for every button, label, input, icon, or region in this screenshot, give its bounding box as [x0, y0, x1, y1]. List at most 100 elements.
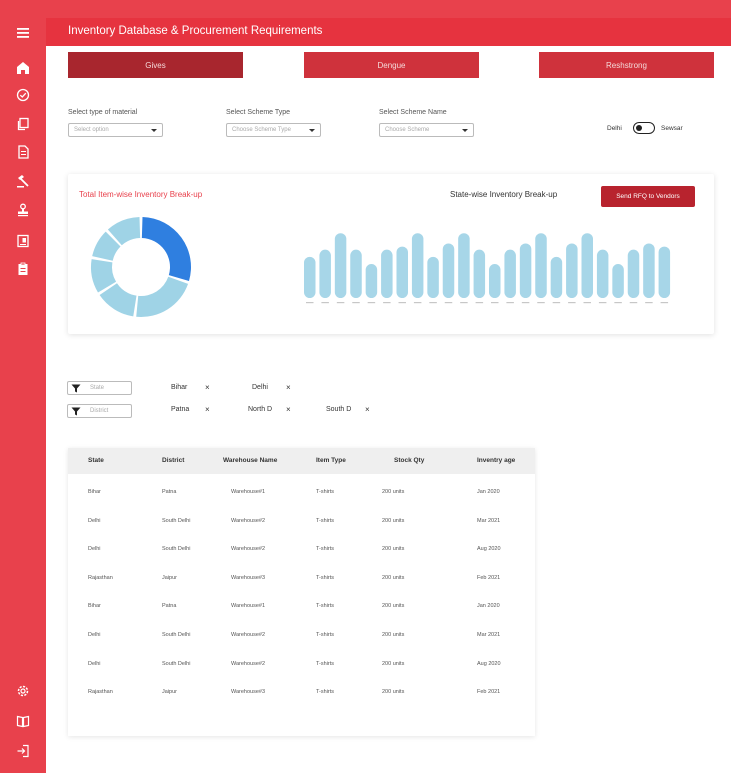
x-tick-label: [614, 302, 622, 304]
table-cell: T-shirts: [316, 660, 335, 667]
x-tick-label: [598, 302, 607, 304]
scheme-type-select[interactable]: Choose Scheme Type: [226, 123, 321, 137]
table-row[interactable]: Delhi South Delhi Warehouse#2 T-shirts 200 u…: [68, 515, 535, 529]
bar[interactable]: [396, 246, 409, 298]
bar[interactable]: [596, 249, 609, 298]
column-header[interactable]: Stock Qty: [394, 457, 424, 464]
district-filter-placeholder: District: [90, 408, 109, 414]
column-header[interactable]: District: [162, 457, 184, 464]
tab-reshstrong[interactable]: Reshstrong: [539, 52, 714, 78]
bar[interactable]: [473, 249, 486, 298]
bar[interactable]: [643, 243, 655, 298]
table-cell: Warehouse#2: [231, 546, 266, 553]
bar[interactable]: [504, 249, 516, 298]
bar[interactable]: [304, 256, 316, 298]
district-filter-input[interactable]: District: [67, 404, 132, 418]
settings-icon[interactable]: [13, 681, 33, 701]
table-row[interactable]: Delhi South Delhi Warehouse#2 T-shirts 200 u…: [68, 658, 535, 672]
filter-icon: [71, 384, 81, 393]
sidebar: [0, 18, 46, 773]
bar-chart-title: State-wise Inventory Break-up: [450, 190, 558, 199]
chevron-down-icon: [309, 129, 315, 132]
donut-chart-title: Total Item-wise Inventory Break-up: [79, 190, 203, 199]
logout-icon[interactable]: [13, 741, 33, 761]
main-content: Gives Dengue Reshstrong Select type of m…: [46, 46, 731, 773]
table-cell: South Delhi: [162, 632, 191, 638]
send-rfq-button[interactable]: Send RFQ to Vendors: [601, 186, 695, 207]
table-row[interactable]: Bihar Patna Warehouse#1 T-shirts 200 units Ja…: [68, 486, 535, 500]
table-row[interactable]: Bihar Patna Warehouse#1 T-shirts 200 units Ja…: [68, 600, 535, 614]
scheme-name-select[interactable]: Choose Scheme: [379, 123, 474, 137]
table-row[interactable]: Delhi South Delhi Warehouse#2 T-shirts 200 u…: [68, 543, 535, 557]
table-cell: Mar 2021: [477, 517, 501, 524]
table-cell: Rajasthan: [88, 574, 113, 581]
donut-slice[interactable]: [141, 217, 191, 282]
toggle-right-label: Sewsar: [661, 125, 683, 132]
filter-icon: [71, 407, 81, 416]
close-icon[interactable]: ×: [365, 405, 370, 414]
table-row[interactable]: Delhi South Delhi Warehouse#2 T-shirts 200 u…: [68, 629, 535, 643]
close-icon[interactable]: ×: [205, 405, 210, 414]
bar[interactable]: [519, 243, 532, 298]
state-filter-input[interactable]: State: [67, 381, 132, 395]
invoice-icon[interactable]: [13, 231, 33, 251]
table-cell: Warehouse#2: [231, 660, 266, 667]
bar[interactable]: [442, 243, 455, 298]
table-cell: Aug 2020: [477, 546, 501, 553]
menu-icon[interactable]: [13, 23, 33, 43]
bar[interactable]: [458, 233, 470, 298]
bar[interactable]: [350, 249, 362, 298]
table-cell: Warehouse#1: [231, 489, 266, 495]
table-row[interactable]: Rajasthan Jaipur Warehouse#3 T-shirts 200 un…: [68, 686, 535, 700]
bar[interactable]: [381, 249, 393, 298]
bar[interactable]: [427, 256, 439, 298]
inventory-chart-card: Total Item-wise Inventory Break-up State…: [68, 174, 714, 334]
close-icon[interactable]: ×: [286, 405, 291, 414]
bar[interactable]: [411, 233, 424, 298]
column-header[interactable]: Inventry age: [477, 457, 515, 464]
bar[interactable]: [550, 256, 563, 298]
tab-dengue[interactable]: Dengue: [304, 52, 479, 78]
tab-gives[interactable]: Gives: [68, 52, 243, 78]
stamp-icon[interactable]: [13, 200, 33, 220]
close-icon[interactable]: ×: [286, 383, 291, 392]
table-cell: T-shirts: [316, 546, 335, 553]
state-chip: Bihar: [171, 384, 188, 391]
check-circle-icon[interactable]: [13, 85, 33, 105]
document-icon[interactable]: [13, 142, 33, 162]
table-cell: South Delhi: [162, 517, 191, 524]
bar[interactable]: [535, 233, 547, 298]
bar[interactable]: [319, 249, 331, 298]
table-cell: South Delhi: [162, 546, 191, 553]
chevron-down-icon: [151, 129, 157, 132]
bar[interactable]: [566, 243, 578, 298]
table-cell: 200 units: [382, 632, 405, 638]
bar[interactable]: [658, 246, 671, 298]
book-icon[interactable]: [13, 711, 33, 731]
column-header[interactable]: State: [88, 457, 104, 464]
bar[interactable]: [489, 264, 501, 298]
bar[interactable]: [612, 264, 624, 298]
bar[interactable]: [365, 264, 378, 298]
close-icon[interactable]: ×: [205, 383, 210, 392]
region-toggle[interactable]: [633, 122, 655, 134]
table-header: State District Warehouse Name Item Type …: [68, 448, 535, 474]
state-chip: Delhi: [252, 384, 268, 391]
bar[interactable]: [334, 233, 347, 298]
donut-slice[interactable]: [136, 276, 189, 317]
send-rfq-label: Send RFQ to Vendors: [616, 193, 680, 200]
home-icon[interactable]: [13, 58, 33, 78]
table-row[interactable]: Rajasthan Jaipur Warehouse#3 T-shirts 200 un…: [68, 572, 535, 586]
hammer-icon[interactable]: [13, 171, 33, 191]
x-tick-label: [460, 302, 468, 304]
bar[interactable]: [581, 233, 594, 298]
table-cell: Jan 2020: [477, 489, 500, 495]
copy-icon[interactable]: [13, 114, 33, 134]
column-header[interactable]: Item Type: [316, 457, 346, 464]
table-cell: 200 units: [382, 603, 405, 610]
material-select[interactable]: Select option: [68, 123, 163, 137]
bar[interactable]: [627, 249, 640, 298]
scheme-name-placeholder: Choose Scheme: [385, 127, 430, 133]
column-header[interactable]: Warehouse Name: [223, 457, 277, 464]
clipboard-icon[interactable]: [13, 259, 33, 279]
